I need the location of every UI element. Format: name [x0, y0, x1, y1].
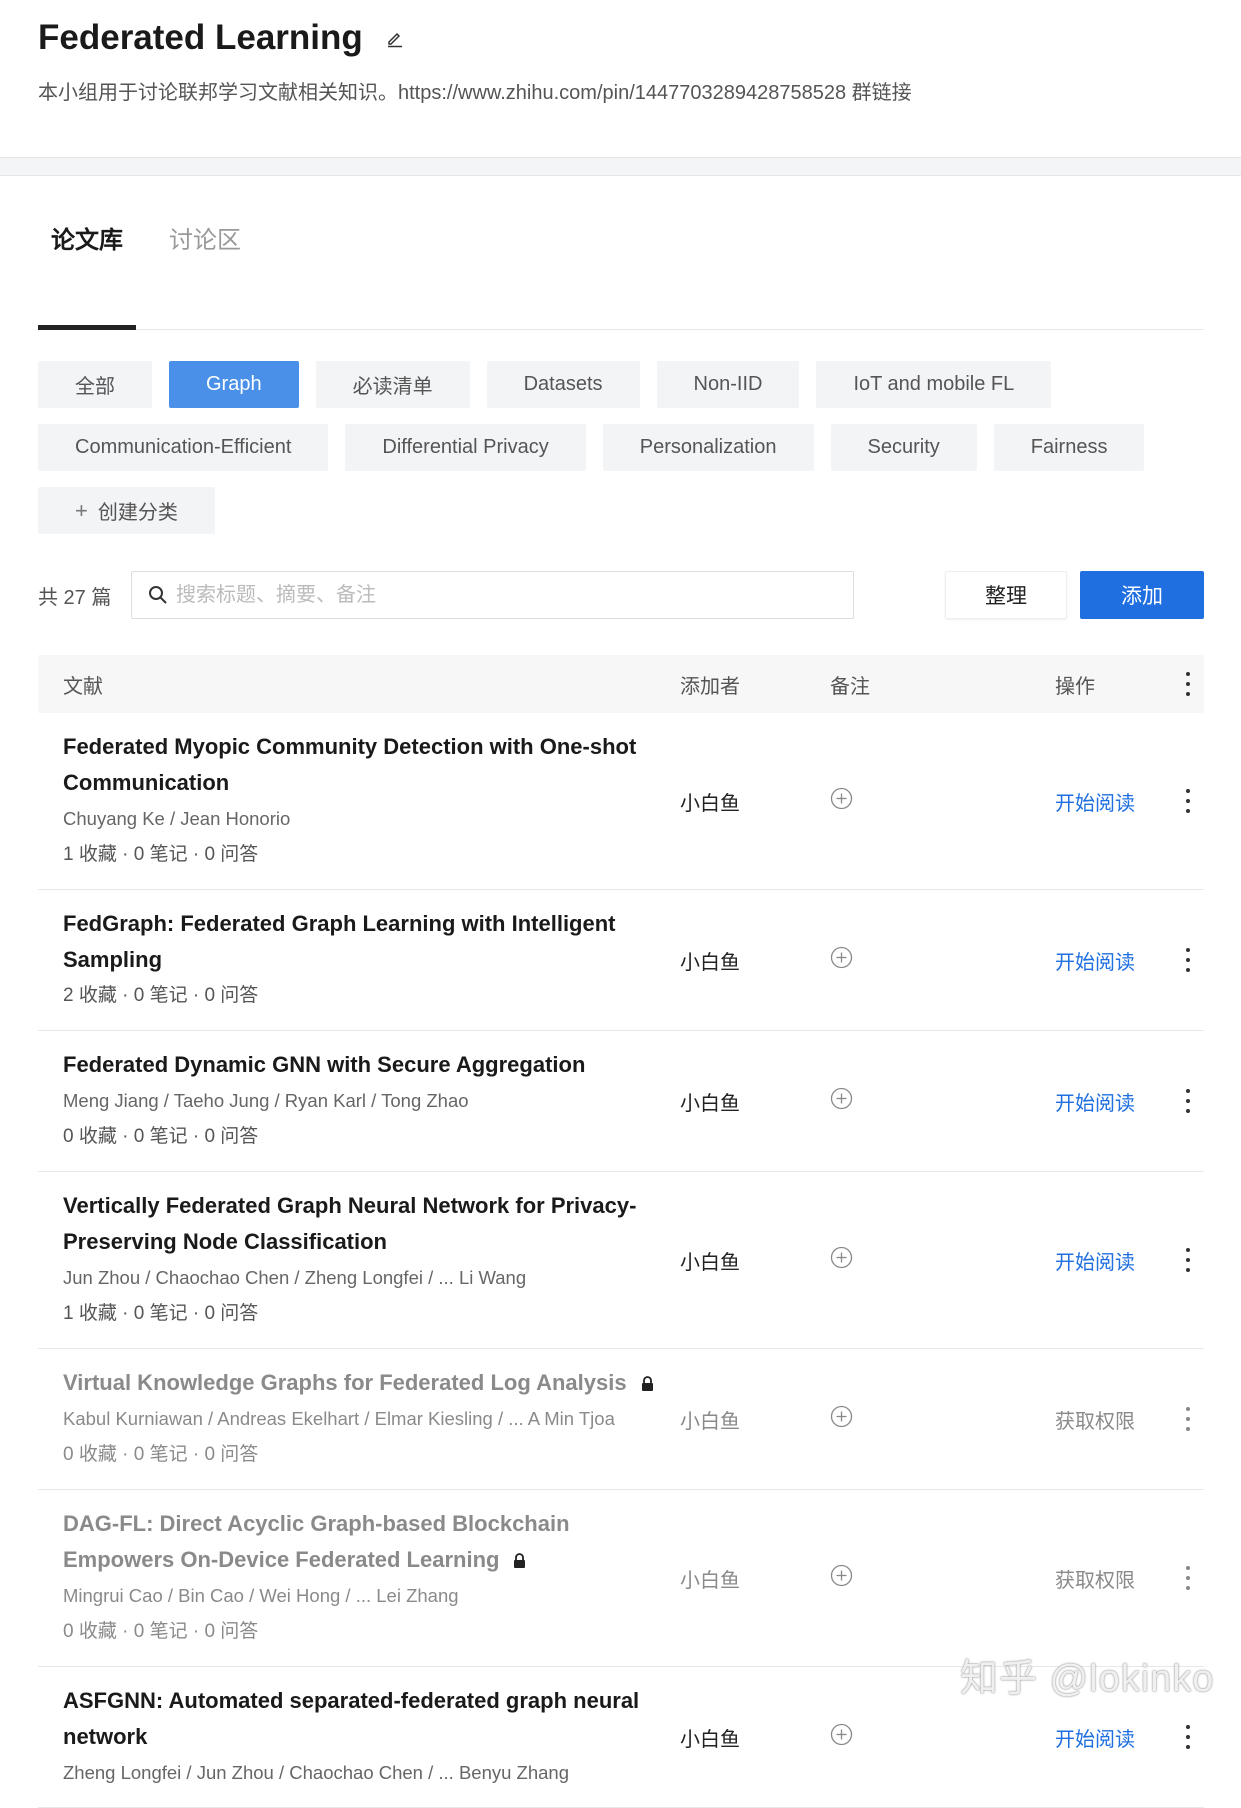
search-box[interactable] — [131, 571, 854, 619]
start-reading-link[interactable]: 开始阅读 — [1055, 946, 1173, 975]
group-header: Federated Learning 本小组用于讨论联邦学习文献相关知识。htt… — [0, 0, 1241, 157]
category-chip[interactable]: 必读清单 — [315, 361, 470, 408]
add-button[interactable]: 添加 — [1080, 571, 1204, 619]
add-note-icon[interactable] — [830, 1723, 853, 1746]
category-chips: 全部 Graph 必读清单 Datasets Non-IID IoT and mobile… — [38, 361, 1168, 534]
paper-stats: 0 收藏 · 0 笔记 · 0 问答 — [63, 1444, 259, 1465]
more-icon[interactable] — [1185, 1407, 1191, 1431]
table-header: 文献 添加者 备注 操作 — [38, 655, 1204, 713]
request-access-link[interactable]: 获取权限 — [1055, 1405, 1173, 1434]
paper-title[interactable]: Federated Myopic Community Detection wit… — [63, 729, 660, 801]
paper-authors: Mingrui Cao / Bin Cao / Wei Hong / ... L… — [63, 1585, 459, 1606]
add-note-icon[interactable] — [830, 787, 853, 810]
paper-title[interactable]: Vertically Federated Graph Neural Networ… — [63, 1188, 660, 1260]
edit-icon[interactable] — [385, 28, 405, 48]
tab-papers[interactable]: 论文库 — [38, 224, 136, 330]
section-divider — [0, 157, 1241, 176]
paper-list: Federated Myopic Community Detection wit… — [38, 713, 1204, 1808]
add-note-icon[interactable] — [830, 1087, 853, 1110]
adder-name: 小白鱼 — [680, 1728, 740, 1751]
add-note-icon[interactable] — [830, 1564, 853, 1587]
more-icon[interactable] — [1185, 1089, 1191, 1113]
paper-stats: 0 收藏 · 0 笔记 · 0 问答 — [63, 1621, 259, 1642]
paper-title[interactable]: ASFGNN: Automated separated-federated gr… — [63, 1683, 660, 1755]
paper-title[interactable]: FedGraph: Federated Graph Learning with … — [63, 906, 660, 978]
adder-name: 小白鱼 — [680, 1251, 740, 1274]
table-row: Federated Dynamic GNN with Secure Aggreg… — [38, 1031, 1204, 1172]
paper-title[interactable]: Federated Dynamic GNN with Secure Aggreg… — [63, 1047, 660, 1083]
table-row: Vertically Federated Graph Neural Networ… — [38, 1172, 1204, 1349]
paper-stats: 2 收藏 · 0 笔记 · 0 问答 — [63, 985, 259, 1006]
paper-title[interactable]: Virtual Knowledge Graphs for Federated L… — [63, 1365, 660, 1401]
toolbar: 共 27 篇 整理 添加 — [38, 571, 1204, 619]
start-reading-link[interactable]: 开始阅读 — [1055, 1246, 1173, 1275]
paper-authors: Chuyang Ke / Jean Honorio — [63, 808, 291, 829]
category-chip[interactable]: IoT and mobile FL — [816, 361, 1052, 408]
paper-authors: Jun Zhou / Chaochao Chen / Zheng Longfei… — [63, 1267, 527, 1288]
group-description: 本小组用于讨论联邦学习文献相关知识。https://www.zhihu.com/… — [38, 82, 912, 104]
lock-icon — [641, 1376, 653, 1391]
table-row: FedGraph: Federated Graph Learning with … — [38, 890, 1204, 1031]
plus-icon: + — [75, 497, 88, 523]
more-icon[interactable] — [1185, 948, 1191, 972]
header-adder: 添加者 — [680, 675, 740, 698]
paper-title[interactable]: DAG-FL: Direct Acyclic Graph-based Block… — [63, 1506, 660, 1578]
category-chip[interactable]: 全部 — [38, 361, 152, 408]
add-note-icon[interactable] — [830, 946, 853, 969]
category-chip[interactable]: Communication-Efficient — [38, 424, 329, 471]
group-title: Federated Learning — [38, 18, 363, 57]
category-chip[interactable]: Personalization — [602, 424, 814, 471]
category-chip[interactable]: Differential Privacy — [345, 424, 586, 471]
table-row: Federated Myopic Community Detection wit… — [38, 713, 1204, 890]
create-category-button[interactable]: + 创建分类 — [38, 487, 215, 534]
add-note-icon[interactable] — [830, 1405, 853, 1428]
category-chip[interactable]: Fairness — [993, 424, 1145, 471]
paper-stats: 0 收藏 · 0 笔记 · 0 问答 — [63, 1126, 259, 1147]
adder-name: 小白鱼 — [680, 792, 740, 815]
more-icon[interactable] — [1185, 1725, 1191, 1749]
tab-label: 论文库 — [51, 227, 123, 254]
paper-authors: Meng Jiang / Taeho Jung / Ryan Karl / To… — [63, 1090, 469, 1111]
paper-stats: 1 收藏 · 0 笔记 · 0 问答 — [63, 844, 259, 865]
table-row: Virtual Knowledge Graphs for Federated L… — [38, 1349, 1204, 1490]
category-chip[interactable]: Graph — [169, 361, 299, 408]
paper-stats: 1 收藏 · 0 笔记 · 0 问答 — [63, 1303, 259, 1324]
table-row: DAG-FL: Direct Acyclic Graph-based Block… — [38, 1490, 1204, 1667]
more-icon[interactable] — [1185, 1566, 1191, 1590]
organize-button[interactable]: 整理 — [945, 571, 1067, 619]
start-reading-link[interactable]: 开始阅读 — [1055, 1087, 1173, 1116]
header-paper: 文献 — [63, 675, 103, 698]
category-chip[interactable]: Datasets — [486, 361, 640, 408]
tab-bar: 论文库 讨论区 — [38, 224, 1204, 330]
lock-icon — [514, 1553, 526, 1568]
adder-name: 小白鱼 — [680, 951, 740, 974]
header-note: 备注 — [830, 675, 870, 698]
add-note-icon[interactable] — [830, 1246, 853, 1269]
adder-name: 小白鱼 — [680, 1569, 740, 1592]
tab-discussion[interactable]: 讨论区 — [156, 224, 254, 329]
start-reading-link[interactable]: 开始阅读 — [1055, 787, 1173, 816]
category-chip[interactable]: Security — [830, 424, 977, 471]
category-chip[interactable]: Non-IID — [656, 361, 800, 408]
paper-count: 共 27 篇 — [38, 586, 112, 609]
paper-authors: Zheng Longfei / Jun Zhou / Chaochao Chen… — [63, 1762, 570, 1783]
header-action: 操作 — [1055, 675, 1095, 698]
request-access-link[interactable]: 获取权限 — [1055, 1564, 1173, 1593]
more-icon[interactable] — [1185, 1248, 1191, 1272]
search-icon — [149, 586, 167, 604]
more-icon[interactable] — [1185, 789, 1191, 813]
create-category-label: 创建分类 — [97, 502, 178, 524]
tab-label: 讨论区 — [169, 227, 241, 254]
paper-authors: Kabul Kurniawan / Andreas Ekelhart / Elm… — [63, 1408, 615, 1429]
adder-name: 小白鱼 — [680, 1092, 740, 1115]
search-input[interactable] — [176, 583, 816, 607]
watermark: 知乎 @lokinko — [960, 1658, 1215, 1700]
start-reading-link[interactable]: 开始阅读 — [1055, 1723, 1173, 1752]
adder-name: 小白鱼 — [680, 1410, 740, 1433]
more-icon[interactable] — [1185, 672, 1191, 696]
